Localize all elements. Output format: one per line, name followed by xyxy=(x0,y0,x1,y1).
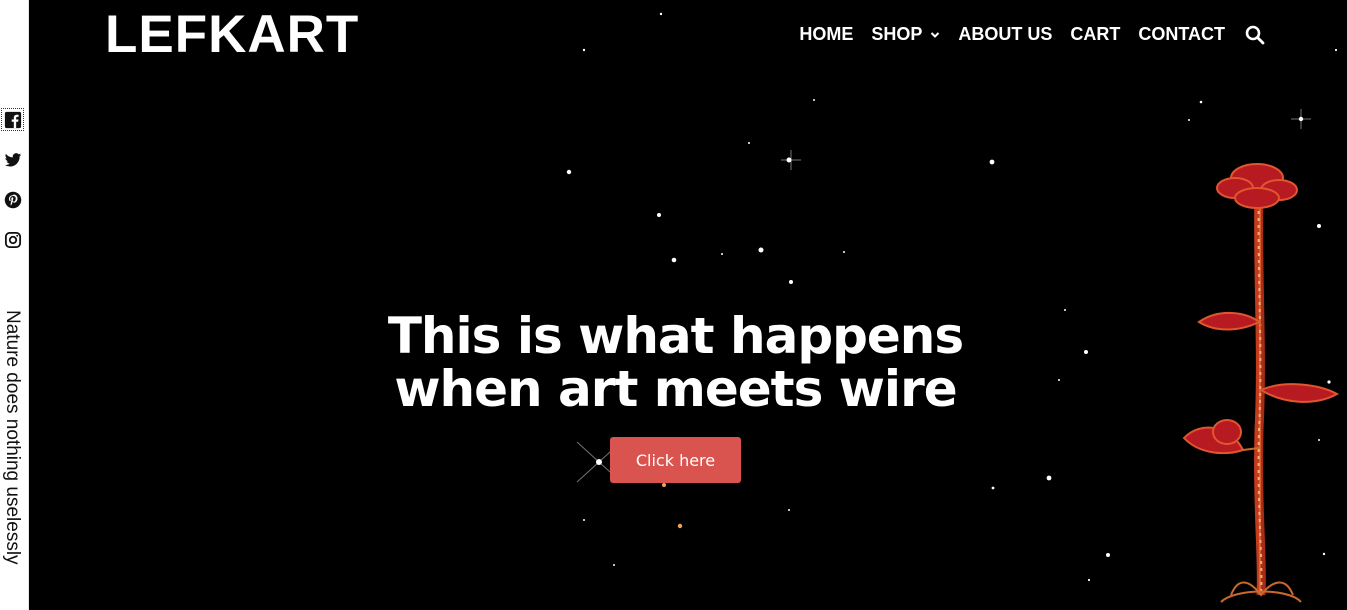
twitter-icon[interactable] xyxy=(3,150,22,169)
pinterest-icon[interactable] xyxy=(3,190,22,209)
nav-contact[interactable]: CONTACT xyxy=(1138,24,1225,45)
nav-shop-label: SHOP xyxy=(871,24,923,44)
sidebar-tagline: Nature does nothing uselessly xyxy=(2,310,23,565)
nav-cart[interactable]: CART xyxy=(1070,24,1120,45)
nav-home[interactable]: HOME xyxy=(799,24,853,45)
hero-headline-line2: when art meets wire xyxy=(394,360,957,418)
nav-about-us[interactable]: ABOUT US xyxy=(958,24,1052,45)
social-sidebar: Nature does nothing uselessly xyxy=(0,0,29,610)
hero-headline-line1: This is what happens xyxy=(387,307,964,365)
site-logo[interactable]: LEFKART xyxy=(105,4,359,65)
click-here-button[interactable]: Click here xyxy=(610,437,741,483)
facebook-icon[interactable] xyxy=(1,108,24,131)
nav-cart-label: CART xyxy=(1070,24,1121,44)
nav-about-label: ABOUT US xyxy=(958,24,1053,44)
nav-home-label: HOME xyxy=(799,24,854,44)
chevron-down-icon xyxy=(931,31,940,38)
nav-shop[interactable]: SHOP xyxy=(871,24,940,45)
search-icon[interactable] xyxy=(1245,25,1265,45)
main-nav: HOME SHOP ABOUT US CART CONTACT xyxy=(781,24,1265,45)
hero-section: LEFKART HOME SHOP ABOUT US CART CONTACT … xyxy=(29,0,1347,610)
nav-contact-label: CONTACT xyxy=(1138,24,1225,44)
wire-flower-image xyxy=(1182,163,1339,603)
instagram-icon[interactable] xyxy=(3,230,22,249)
hero-headline: This is what happens when art meets wire xyxy=(29,310,1322,416)
